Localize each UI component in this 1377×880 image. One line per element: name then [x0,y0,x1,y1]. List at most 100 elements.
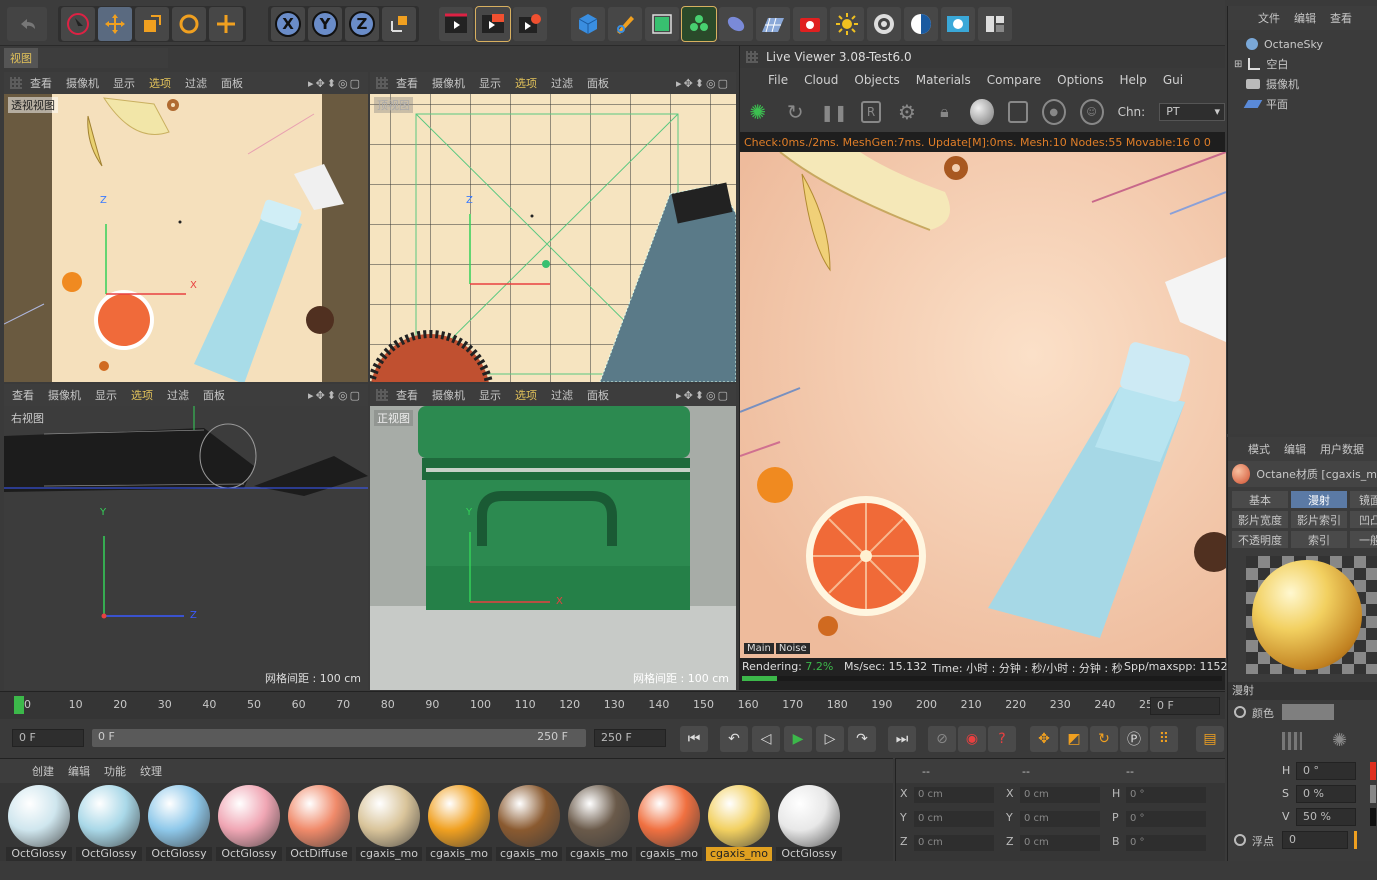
tab-film-index[interactable]: 影片索引 [1291,511,1347,528]
color-swatch[interactable] [1282,704,1334,720]
material-preview[interactable] [1246,556,1377,674]
render-settings-icon[interactable] [513,7,547,41]
hue-slider[interactable] [1370,762,1376,780]
menu-options[interactable]: 选项 [131,387,153,403]
x-axis-icon[interactable]: X [271,7,305,41]
float-slider[interactable] [1354,831,1357,849]
mm-menu-texture[interactable]: 纹理 [140,763,162,779]
material-item[interactable]: cgaxis_mo [566,785,632,861]
coord-value-field[interactable]: 0 ° [1126,835,1206,851]
lv-menu-file[interactable]: File [768,73,788,87]
mm-menu-edit[interactable]: 编辑 [68,763,90,779]
key-scale-icon[interactable]: ◩ [1060,726,1088,752]
h-field[interactable]: 0 ° [1296,762,1356,780]
menu-panel[interactable]: 面板 [203,387,225,403]
menu-filter[interactable]: 过滤 [167,387,189,403]
world-coords-icon[interactable] [382,7,416,41]
undo-icon[interactable] [7,7,47,41]
start-frame-field[interactable]: 0 F [12,729,84,747]
lock-icon[interactable]: 🔒︎ [933,99,956,125]
color-wheel-icon[interactable]: ✺ [1332,730,1347,751]
previous-key-icon[interactable]: ↶ [720,726,748,752]
value-slider[interactable] [1370,808,1376,826]
scale-icon[interactable] [135,7,169,41]
tab-film-width[interactable]: 影片宽度 [1232,511,1288,528]
radio-icon[interactable] [1234,834,1246,846]
material-item[interactable]: cgaxis_mo [636,785,702,861]
lv-menu-cloud[interactable]: Cloud [804,73,838,87]
go-to-end-icon[interactable]: ⏭ [888,726,916,752]
autokey-icon[interactable]: ◉ [958,726,986,752]
saturation-slider[interactable] [1370,785,1376,803]
viewport-nav-icons[interactable]: ▸✥⬍◎▢ [676,77,730,90]
menu-options[interactable]: 选项 [515,387,537,403]
om-menu-view[interactable]: 查看 [1330,10,1352,26]
view-tab[interactable]: 视图 [4,48,38,68]
material-item[interactable]: OctGlossy [146,785,212,861]
key-parameter-icon[interactable]: Ⓟ [1120,726,1148,752]
go-to-start-icon[interactable]: ⏮ [680,726,708,752]
pick-focus-icon[interactable]: ● [1041,99,1066,125]
render-view-icon[interactable] [439,7,473,41]
key-pla-icon[interactable]: ⠿ [1150,726,1178,752]
current-frame-field[interactable]: 0 F [1150,697,1220,715]
play-icon[interactable]: ▶ [784,726,812,752]
octane-target-icon[interactable] [867,7,901,41]
clay-mode-icon[interactable] [1007,101,1028,123]
move-icon[interactable] [98,7,132,41]
coord-value-field[interactable]: 0 cm [914,811,994,827]
am-menu-edit[interactable]: 编辑 [1284,441,1306,457]
octane-live-icon[interactable] [941,7,975,41]
y-axis-icon[interactable]: Y [308,7,342,41]
material-item[interactable]: OctGlossy [76,785,142,861]
key-position-icon[interactable]: ✥ [1030,726,1058,752]
octane-contrast-icon[interactable] [904,7,938,41]
menu-display[interactable]: 显示 [479,387,501,403]
radio-icon[interactable] [1234,706,1246,718]
material-item[interactable]: OctDiffuse [286,785,352,861]
color-picker-icon[interactable] [1282,732,1302,750]
menu-view[interactable]: 查看 [30,75,52,91]
viewport-nav-icons[interactable]: ▸✥⬍◎▢ [308,77,362,90]
render-output[interactable]: Main Noise [740,152,1226,658]
next-frame-icon[interactable]: ▷ [816,726,844,752]
rotate-icon[interactable] [172,7,206,41]
material-ball-icon[interactable] [970,99,994,125]
restart-icon[interactable]: ↻ [783,99,806,125]
previous-frame-icon[interactable]: ◁ [752,726,780,752]
right-viewport[interactable]: 查看 摄像机 显示 选项 过滤 面板 ▸✥⬍◎▢ Y Z 右视图 网格间距 : … [4,384,368,690]
cloner-icon[interactable] [681,6,717,42]
coord-value-field[interactable]: 0 ° [1126,787,1206,803]
floor-icon[interactable] [756,7,790,41]
light-icon[interactable] [830,7,864,41]
menu-view[interactable]: 查看 [396,387,418,403]
s-field[interactable]: 0 % [1296,785,1356,803]
timeline-ruler[interactable]: 0 10 20 30 40 50 60 70 80 90 100 110 120 130 140 150 160… [0,691,1225,719]
viewport-nav-icons[interactable]: ▸✥⬍◎▢ [308,389,362,402]
material-item[interactable]: cgaxis_mo [426,785,492,861]
tab-specular[interactable]: 镜面 [1350,491,1377,508]
menu-panel[interactable]: 面板 [587,75,609,91]
tab-bump[interactable]: 凹凸 [1350,511,1377,528]
keyframe-selection-icon[interactable]: ? [988,726,1016,752]
mm-menu-create[interactable]: 创建 [32,763,54,779]
v-field[interactable]: 50 % [1296,808,1356,826]
menu-panel[interactable]: 面板 [587,387,609,403]
pick-material-icon[interactable]: ☺ [1079,99,1104,125]
front-viewport[interactable]: 查看 摄像机 显示 选项 过滤 面板 ▸✥⬍◎▢ Y X 正视图 网格间距 : … [370,384,736,690]
menu-view[interactable]: 查看 [12,387,34,403]
playhead[interactable] [14,696,24,714]
om-menu-file[interactable]: 文件 [1258,10,1280,26]
z-axis-icon[interactable]: Z [345,7,379,41]
menu-display[interactable]: 显示 [479,75,501,91]
layout-icon[interactable] [978,7,1012,41]
channel-select[interactable]: PT ▾ [1159,103,1225,121]
coord-value-field[interactable]: 0 ° [1126,811,1206,827]
material-item[interactable]: cgaxis_mo [496,785,562,861]
mm-menu-function[interactable]: 功能 [104,763,126,779]
tab-general[interactable]: 一般 [1350,531,1377,548]
menu-options[interactable]: 选项 [515,75,537,91]
lv-menu-compare[interactable]: Compare [987,73,1041,87]
object-row-plane[interactable]: 平面 [1228,94,1377,114]
menu-camera[interactable]: 摄像机 [66,75,99,91]
